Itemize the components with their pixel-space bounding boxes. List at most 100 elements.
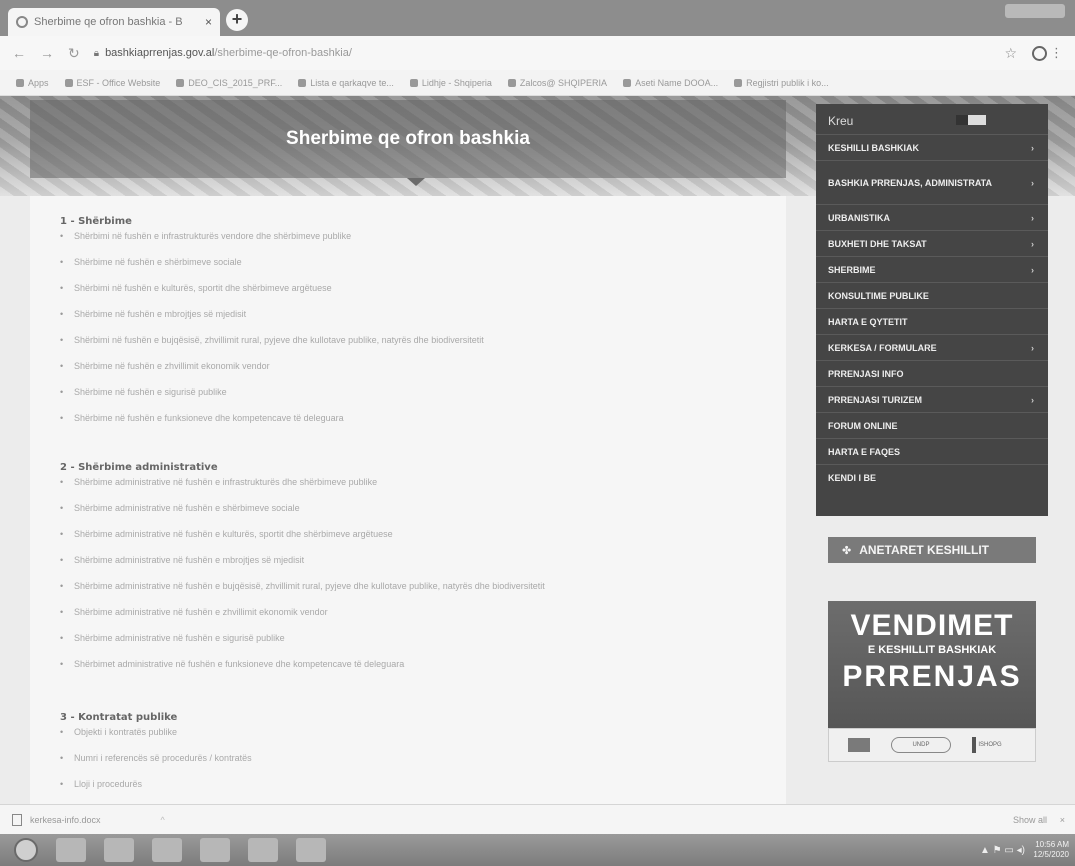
window-controls[interactable]	[1005, 4, 1065, 18]
new-tab-button[interactable]: +	[226, 9, 248, 31]
list-item[interactable]: Shërbime në fushën e mbrojtjes së mjedis…	[60, 307, 484, 333]
menu-item[interactable]: BASHKIA PRRENJAS, ADMINISTRATA ›	[816, 160, 1048, 204]
menu-kebab-icon[interactable]: ⋮	[1050, 45, 1063, 61]
eu-flag-icon	[847, 738, 870, 752]
menu-item[interactable]: FORUM ONLINE	[816, 412, 1048, 438]
bookmark-star-icon[interactable]: ☆	[1004, 45, 1017, 62]
start-button-icon[interactable]	[14, 838, 38, 862]
list-item[interactable]: Shërbime administrative në fushën e kult…	[60, 527, 545, 553]
clock-date: 12/5/2020	[1033, 850, 1069, 859]
chevron-right-icon: ›	[1031, 342, 1034, 353]
list-item[interactable]: Shërbime në fushën e zhvillimit ekonomik…	[60, 359, 484, 385]
menu-item[interactable]: KERKESA / FORMULARE ›	[816, 334, 1048, 360]
bookmarks-bar: Apps ESF - Office Website DEO_CIS_2015_P…	[0, 70, 1075, 96]
list-item[interactable]: Shërbimet administrative në fushën e fun…	[60, 657, 545, 683]
taskbar-app-icon[interactable]	[152, 838, 182, 862]
back-arrow-icon[interactable]: ←	[12, 45, 26, 62]
chevron-up-icon[interactable]: ^	[161, 815, 165, 825]
partner-logos: UNDP ISHOPG	[828, 728, 1036, 762]
council-members-label: ANETARET KESHILLIT	[859, 543, 989, 557]
chevron-right-icon: ›	[1031, 212, 1034, 223]
chevron-right-icon: ›	[1031, 238, 1034, 249]
menu-item[interactable]: HARTA E FAQES	[816, 438, 1048, 464]
bookmark-icon	[64, 78, 73, 87]
menu-item[interactable]: KONSULTIME PUBLIKE	[816, 282, 1048, 308]
system-clock[interactable]: 10:56 AM 12/5/2020	[1033, 840, 1069, 860]
list-item[interactable]: Objekti i kontratës publike	[60, 725, 252, 751]
browser-tab[interactable]: Sherbime qe ofron bashkia - B ×	[8, 8, 220, 36]
show-all-link[interactable]: Show all	[1013, 815, 1047, 825]
list-item[interactable]: Shërbime në fushën e shërbimeve sociale	[60, 255, 484, 281]
taskbar-app-icon[interactable]	[296, 838, 326, 862]
chrome-taskbar-icon[interactable]	[248, 838, 278, 862]
reload-icon[interactable]: ↻	[68, 45, 80, 62]
menu-item[interactable]: URBANISTIKA ›	[816, 204, 1048, 230]
council-members-button[interactable]: ✤ ANETARET KESHILLIT	[828, 537, 1036, 563]
bookmark-icon	[734, 78, 743, 87]
chevron-right-icon: ›	[1031, 264, 1034, 275]
language-flags-icon[interactable]	[956, 115, 986, 125]
menu-item[interactable]: SHERBIME ›	[816, 256, 1048, 282]
bookmark-item[interactable]: Zalcos@ SHQIPERIA	[507, 78, 607, 88]
taskbar-app-icon[interactable]	[104, 838, 134, 862]
clock-time: 10:56 AM	[1035, 840, 1069, 849]
list-item[interactable]: Shërbimi në fushën e infrastrukturës ven…	[60, 229, 484, 255]
system-tray-icons[interactable]: ▲ ⚑ ▭ ◂)	[980, 845, 1025, 856]
menu-item[interactable]: KESHILLI BASHKIAK ›	[816, 134, 1048, 160]
chevron-right-icon: ›	[1031, 394, 1034, 405]
list-item[interactable]: Shërbimi në fushën e kulturës, sportit d…	[60, 281, 484, 307]
section-public-contracts: 3 - Kontratat publike Objekti i kontratë…	[60, 712, 252, 803]
bookmark-icon	[409, 78, 418, 87]
bookmark-item[interactable]: DEO_CIS_2015_PRF...	[176, 78, 282, 88]
bookmark-item[interactable]: Aseti Name DOOA...	[623, 78, 718, 88]
people-icon: ✤	[842, 544, 852, 557]
site-favicon-icon	[16, 16, 28, 28]
list-item[interactable]: Shërbime administrative në fushën e mbro…	[60, 553, 545, 579]
content-panel: 1 - Shërbime Shërbimi në fushën e infras…	[30, 196, 786, 804]
bookmark-icon	[176, 78, 185, 87]
bookmark-item[interactable]: Regjistri publik i ko...	[734, 78, 829, 88]
download-filename[interactable]: kerkesa-info.docx	[30, 815, 101, 825]
bookmark-icon	[623, 78, 632, 87]
web-page: Sherbime qe ofron bashkia 1 - Shërbime S…	[0, 96, 1075, 804]
menu-item[interactable]: HARTA E QYTETIT	[816, 308, 1048, 334]
list-item[interactable]: Shërbime në fushën e funksioneve dhe kom…	[60, 411, 484, 437]
menu-item[interactable]: PRRENJASI TURIZEM ›	[816, 386, 1048, 412]
address-bar-row: ← → ↻ 🔒︎ bashkiaprrenjas.gov.al/sherbime…	[0, 36, 1075, 70]
url-domain: bashkiaprrenjas.gov.al	[105, 47, 215, 59]
taskbar-app-icon[interactable]	[56, 838, 86, 862]
forward-arrow-icon[interactable]: →	[40, 45, 54, 62]
banner-pointer	[407, 178, 425, 186]
menu-item[interactable]: KENDI I BE	[816, 464, 1048, 490]
bookmark-item[interactable]: Apps	[16, 78, 49, 88]
decisions-city: PRRENJAS	[842, 660, 1022, 693]
menu-home[interactable]: Kreu	[816, 104, 1048, 134]
url-field[interactable]: bashkiaprrenjas.gov.al/sherbime-qe-ofron…	[105, 47, 352, 59]
bookmark-item[interactable]: Lidhje - Shqiperia	[409, 78, 492, 88]
decisions-subtitle: E KESHILLIT BASHKIAK	[867, 644, 997, 656]
list-item[interactable]: Shërbime administrative në fushën e sigu…	[60, 631, 545, 657]
tab-close-icon[interactable]: ×	[205, 15, 212, 29]
menu-item[interactable]: PRRENJASI INFO	[816, 360, 1048, 386]
list-item[interactable]: Shërbime administrative në fushën e zhvi…	[60, 605, 545, 631]
chevron-right-icon: ›	[1031, 177, 1034, 188]
page-title: Sherbime qe ofron bashkia	[30, 100, 786, 178]
partner-logo: UNDP	[890, 737, 951, 753]
list-item[interactable]: Shërbime administrative në fushën e bujq…	[60, 579, 545, 605]
menu-item[interactable]: BUXHETI DHE TAKSAT ›	[816, 230, 1048, 256]
close-icon[interactable]: ×	[1060, 815, 1065, 825]
bookmark-item[interactable]: ESF - Office Website	[64, 78, 160, 88]
list-item[interactable]: Lloji i procedurës	[60, 777, 252, 803]
list-item[interactable]: Shërbime në fushën e sigurisë publike	[60, 385, 484, 411]
list-item[interactable]: Shërbimi në fushën e bujqësisë, zhvillim…	[60, 333, 484, 359]
tab-title: Sherbime qe ofron bashkia - B	[34, 16, 183, 28]
account-icon[interactable]	[1032, 45, 1047, 61]
partner-logo: ISHOPG	[972, 737, 1016, 753]
list-item[interactable]: Numri i referencës së procedurës / kontr…	[60, 751, 252, 777]
sidebar-menu: Kreu KESHILLI BASHKIAK › BASHKIA PRRENJAS…	[816, 104, 1048, 516]
bookmark-item[interactable]: Lista e qarkaqve te...	[298, 78, 394, 88]
taskbar-app-icon[interactable]	[200, 838, 230, 862]
lock-icon[interactable]: 🔒︎	[94, 48, 99, 59]
list-item[interactable]: Shërbime administrative në fushën e infr…	[60, 475, 545, 501]
list-item[interactable]: Shërbime administrative në fushën e shër…	[60, 501, 545, 527]
